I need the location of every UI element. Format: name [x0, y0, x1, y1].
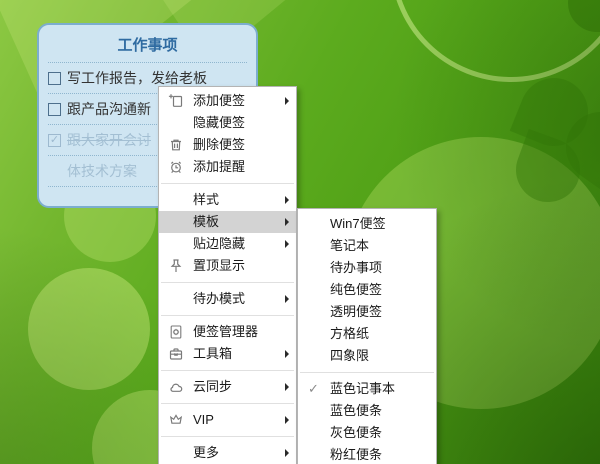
menu-separator [161, 282, 294, 283]
menu-item-label: 灰色便条 [330, 425, 382, 440]
submenu-item-blue-memo[interactable]: 蓝色便条 [298, 400, 436, 422]
menu-separator [161, 370, 294, 371]
menu-item-label: 待办模式 [193, 291, 245, 306]
menu-item-label: 删除便签 [193, 137, 245, 152]
menu-item-label: 粉红便条 [330, 447, 382, 462]
alarm-icon [168, 159, 184, 175]
menu-item-delete-note[interactable]: 删除便签 [159, 134, 296, 156]
menu-item-label: 蓝色便条 [330, 403, 382, 418]
menu-separator [161, 315, 294, 316]
menu-item-template[interactable]: 模板 [159, 211, 296, 233]
menu-item-add-reminder[interactable]: 添加提醒 [159, 156, 296, 178]
menu-item-label: 方格纸 [330, 326, 369, 341]
note-item-text: 跟产品沟通新 [67, 99, 151, 119]
menu-item-add-note[interactable]: 添加便签 [159, 90, 296, 112]
bokeh-circle [28, 268, 150, 390]
menu-item-todo-mode[interactable]: 待办模式 [159, 288, 296, 310]
note-item-text: 体技术方案 [67, 161, 137, 181]
clover-shape [556, 0, 600, 44]
menu-item-edge-hide[interactable]: 贴边隐藏 [159, 233, 296, 255]
note-title: 工作事项 [48, 25, 247, 63]
menu-separator [300, 372, 434, 373]
menu-item-pin-top[interactable]: 置顶显示 [159, 255, 296, 277]
clover-shape [552, 98, 600, 195]
menu-separator [161, 403, 294, 404]
menu-item-label: 便签管理器 [193, 324, 258, 339]
menu-item-label: 四象限 [330, 348, 369, 363]
menu-item-label: 贴边隐藏 [193, 236, 245, 251]
submenu-item-four-quadrant[interactable]: 四象限 [298, 345, 436, 367]
submenu-arrow-icon [285, 97, 289, 105]
menu-item-more[interactable]: 更多 [159, 442, 296, 464]
menu-item-label: 笔记本 [330, 238, 369, 253]
menu-item-label: 蓝色记事本 [330, 381, 395, 396]
clover-shape [510, 68, 599, 157]
menu-item-label: 工具箱 [193, 346, 232, 361]
ring-circle [390, 0, 600, 82]
menu-item-label: Win7便签 [330, 216, 386, 231]
menu-item-label: 更多 [193, 445, 219, 460]
submenu-arrow-icon [285, 196, 289, 204]
clover-shape [507, 129, 589, 211]
submenu-arrow-icon [285, 350, 289, 358]
trash-icon [168, 137, 184, 153]
menu-item-label: 置顶显示 [193, 258, 245, 273]
menu-item-label: 待办事项 [330, 260, 382, 275]
unchecked-checkbox-icon[interactable] [48, 103, 61, 116]
menu-item-toolbox[interactable]: 工具箱 [159, 343, 296, 365]
submenu-item-transparent-note[interactable]: 透明便签 [298, 301, 436, 323]
menu-item-label: 添加提醒 [193, 159, 245, 174]
template-submenu: Win7便签笔记本待办事项纯色便签透明便签方格纸四象限 ✓ 蓝色记事本蓝色便条灰色便… [297, 208, 437, 464]
menu-separator [161, 436, 294, 437]
pin-icon [168, 258, 184, 274]
context-menu: 添加便签隐藏便签删除便签添加提醒样式模板贴边隐藏置顶显示待办模式便签管理器工具箱… [158, 86, 297, 464]
submenu-item-pink-memo[interactable]: 粉红便条 [298, 444, 436, 464]
submenu-arrow-icon [285, 295, 289, 303]
unchecked-checkbox-icon[interactable] [48, 72, 61, 85]
submenu-item-solid-color-note[interactable]: 纯色便签 [298, 279, 436, 301]
submenu-item-blue-notebook[interactable]: ✓ 蓝色记事本 [298, 378, 436, 400]
submenu-item-grid-paper[interactable]: 方格纸 [298, 323, 436, 345]
check-icon: ✓ [308, 378, 319, 400]
menu-item-label: VIP [193, 412, 214, 427]
submenu-item-win7-note[interactable]: Win7便签 [298, 213, 436, 235]
menu-item-label: 隐藏便签 [193, 115, 245, 130]
submenu-item-gray-memo[interactable]: 灰色便条 [298, 422, 436, 444]
submenu-arrow-icon [285, 218, 289, 226]
note-item-text: 写工作报告，发给老板 [67, 68, 207, 88]
toolbox-icon [168, 346, 184, 362]
add-note-icon [168, 93, 184, 109]
submenu-item-notebook[interactable]: 笔记本 [298, 235, 436, 257]
crown-icon [168, 412, 184, 428]
manager-icon [168, 324, 184, 340]
submenu-arrow-icon [285, 449, 289, 457]
note-item-text: 跟大家开会讨 [67, 130, 151, 150]
submenu-arrow-icon [285, 383, 289, 391]
menu-item-style[interactable]: 样式 [159, 189, 296, 211]
menu-item-label: 样式 [193, 192, 219, 207]
menu-item-hide-note[interactable]: 隐藏便签 [159, 112, 296, 134]
menu-item-label: 添加便签 [193, 93, 245, 108]
desktop-wallpaper: 工作事项 写工作报告，发给老板跟产品沟通新 ✓ 跟大家开会讨体技术方案 添加便签隐藏… [0, 0, 600, 464]
menu-item-note-manager[interactable]: 便签管理器 [159, 321, 296, 343]
menu-separator [161, 183, 294, 184]
checked-checkbox-icon[interactable]: ✓ [48, 134, 61, 147]
menu-item-cloud-sync[interactable]: 云同步 [159, 376, 296, 398]
menu-item-label: 透明便签 [330, 304, 382, 319]
cloud-icon [168, 379, 184, 395]
submenu-arrow-icon [285, 240, 289, 248]
submenu-item-todo-list[interactable]: 待办事项 [298, 257, 436, 279]
menu-item-label: 云同步 [193, 379, 232, 394]
menu-item-label: 纯色便签 [330, 282, 382, 297]
menu-item-vip[interactable]: VIP [159, 409, 296, 431]
menu-item-label: 模板 [193, 214, 219, 229]
submenu-arrow-icon [285, 416, 289, 424]
